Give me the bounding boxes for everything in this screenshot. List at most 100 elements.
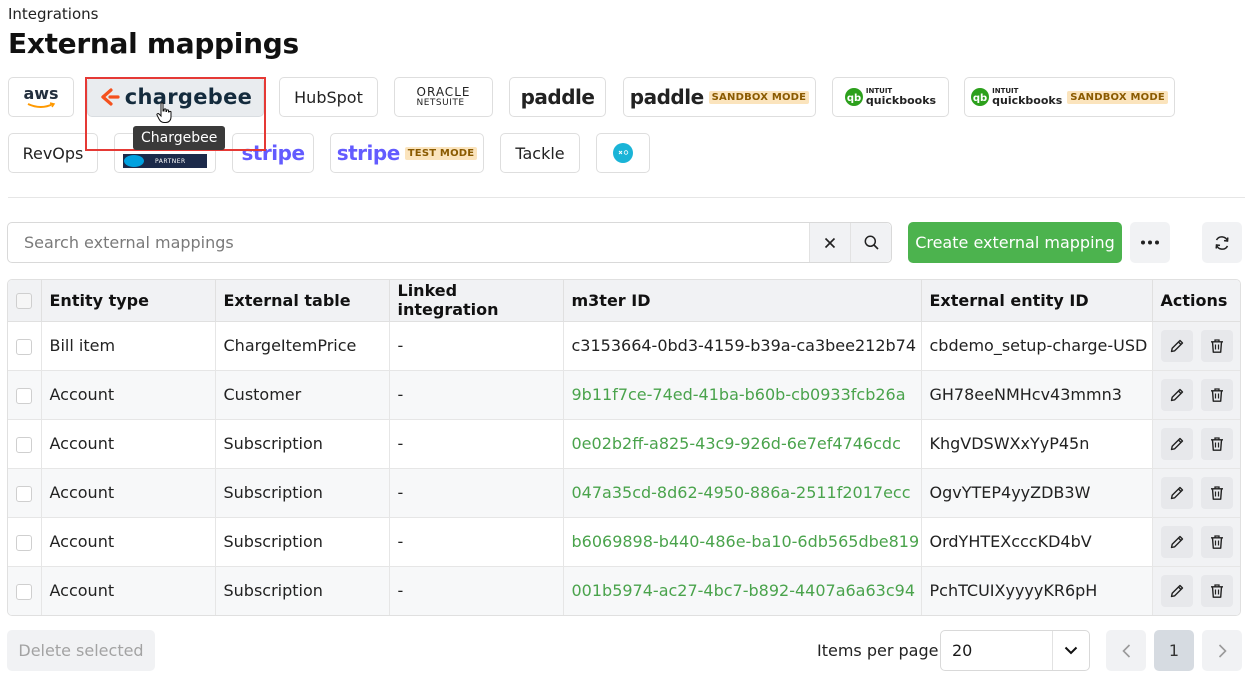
column-header-m3ter-id[interactable]: m3ter ID [563, 280, 922, 322]
chargebee-tooltip: Chargebee [133, 126, 226, 150]
delete-button[interactable] [1200, 525, 1233, 558]
m3ter-id-cell[interactable]: 047a35cd-8d62-4950-886a-2511f2017ecc [563, 468, 922, 518]
actions-cell [1152, 566, 1240, 615]
entity-type-cell: Bill item [41, 321, 216, 371]
delete-button[interactable] [1200, 476, 1233, 509]
integration-quickbooks[interactable]: qb INTUIT quickbooks [832, 77, 949, 117]
integration-stripe-test[interactable]: stripe TEST MODE [330, 133, 484, 173]
m3ter-id-link[interactable]: 047a35cd-8d62-4950-886a-2511f2017ecc [572, 483, 911, 502]
more-options-button[interactable] [1130, 222, 1170, 263]
page-number-button[interactable]: 1 [1154, 630, 1194, 671]
integration-paddle[interactable]: paddle [509, 77, 606, 117]
edit-button[interactable] [1160, 476, 1193, 509]
external-entity-id-cell: OgvYTEP4yyZDB3W [921, 468, 1153, 518]
test-mode-badge: TEST MODE [404, 146, 478, 160]
search-input[interactable] [8, 223, 809, 262]
row-select-cell [8, 321, 42, 371]
column-header-external-table[interactable]: External table [215, 280, 390, 322]
column-header-external-entity-id[interactable]: External entity ID [921, 280, 1153, 322]
integration-quickbooks-sandbox[interactable]: qb INTUIT quickbooks SANDBOX MODE [964, 77, 1175, 117]
edit-button[interactable] [1160, 525, 1193, 558]
delete-button[interactable] [1200, 574, 1233, 607]
row-select-cell [8, 566, 42, 615]
paddle-logo: paddle [520, 85, 595, 109]
m3ter-id-cell[interactable]: b6069898-b440-486e-ba10-6db565dbe819 [563, 517, 922, 567]
hand-cursor-icon [156, 102, 172, 123]
table-row[interactable]: Account Customer -9b11f7ce-74ed-41ba-b60b-… [8, 370, 1240, 420]
m3ter-id-cell[interactable]: 9b11f7ce-74ed-41ba-b60b-cb0933fcb26a [563, 370, 922, 420]
column-header-linked-integration[interactable]: Linked integration [389, 280, 564, 322]
table-row[interactable]: Account Subscription -001b5974-ac27-4bc7-b… [8, 566, 1240, 615]
m3ter-id-cell[interactable]: 0e02b2ff-a825-43c9-926d-6e7ef4746cdc [563, 419, 922, 469]
items-per-page-value: 20 [952, 641, 973, 660]
integration-chargebee[interactable]: chargebee [87, 77, 264, 117]
edit-button[interactable] [1160, 574, 1193, 607]
row-checkbox[interactable] [16, 534, 32, 551]
row-checkbox[interactable] [16, 436, 32, 453]
clear-search-button[interactable] [809, 223, 850, 262]
create-external-mapping-button[interactable]: Create external mapping [908, 222, 1122, 263]
m3ter-id-link[interactable]: b6069898-b440-486e-ba10-6db565dbe819 [572, 532, 920, 551]
external-table-cell: Customer [215, 370, 390, 420]
linked-integration-cell: - [389, 468, 564, 518]
m3ter-id-cell: c3153664-0bd3-4159-b39a-ca3bee212b74 [563, 321, 922, 371]
integration-revops[interactable]: RevOps [8, 133, 98, 173]
salesforce-cloud-icon [124, 155, 144, 167]
stripe-logo: stripe [241, 141, 305, 165]
trash-icon [1210, 584, 1223, 598]
refresh-button[interactable] [1202, 222, 1242, 263]
trash-icon [1210, 485, 1223, 500]
integration-paddle-sandbox[interactable]: paddle SANDBOX MODE [623, 77, 816, 117]
linked-integration-cell: - [389, 517, 564, 567]
sandbox-badge: SANDBOX MODE [708, 90, 810, 104]
row-checkbox[interactable] [16, 387, 32, 404]
ellipsis-icon [1141, 240, 1159, 245]
column-header-entity-type[interactable]: Entity type [41, 280, 216, 322]
next-page-button[interactable] [1202, 630, 1242, 671]
delete-selected-button[interactable]: Delete selected [7, 630, 155, 671]
integration-oracle-netsuite[interactable]: ORACLE NETSUITE [394, 77, 493, 117]
previous-page-button[interactable] [1106, 630, 1146, 671]
m3ter-id-link[interactable]: 0e02b2ff-a825-43c9-926d-6e7ef4746cdc [572, 434, 901, 453]
column-header-actions: Actions [1152, 280, 1240, 322]
paddle-logo: paddle [629, 85, 704, 109]
integration-stripe[interactable]: stripe [232, 133, 314, 173]
edit-button[interactable] [1160, 329, 1193, 362]
integration-hubspot[interactable]: HubSpot [279, 77, 378, 117]
delete-button[interactable] [1200, 329, 1233, 362]
trash-icon [1210, 534, 1223, 549]
select-all-checkbox[interactable] [16, 293, 32, 310]
pencil-icon [1170, 388, 1183, 401]
delete-button[interactable] [1200, 378, 1233, 411]
integration-aws[interactable]: aws [8, 77, 74, 117]
row-checkbox[interactable] [16, 485, 32, 502]
integration-tackle[interactable]: Tackle [500, 133, 580, 173]
oracle-netsuite-logo: ORACLE NETSUITE [416, 84, 471, 108]
m3ter-id-link[interactable]: 001b5974-ac27-4bc7-b892-4407a6a63c94 [572, 581, 916, 600]
svg-text:qb: qb [847, 93, 861, 104]
row-checkbox[interactable] [16, 338, 32, 355]
row-checkbox[interactable] [16, 583, 32, 600]
external-table-cell: Subscription [215, 419, 390, 469]
actions-cell [1152, 321, 1240, 371]
m3ter-id-cell[interactable]: 001b5974-ac27-4bc7-b892-4407a6a63c94 [563, 566, 922, 615]
items-per-page-select[interactable]: 20 [940, 630, 1090, 671]
select-all-cell [8, 280, 42, 322]
breadcrumb[interactable]: Integrations [8, 5, 98, 23]
delete-button[interactable] [1200, 427, 1233, 460]
table-row[interactable]: Account Subscription - b6069898-b440-486e-b… [8, 517, 1240, 567]
edit-button[interactable] [1160, 378, 1193, 411]
dropdown-toggle[interactable] [1052, 631, 1089, 670]
m3ter-id-link[interactable]: 9b11f7ce-74ed-41ba-b60b-cb0933fcb26a [572, 385, 906, 404]
integration-xero[interactable] [596, 133, 650, 173]
chargebee-icon [101, 88, 120, 106]
actions-cell [1152, 419, 1240, 469]
table-row[interactable]: Account Subscription -0e02b2ff-a825-43c9-9… [8, 419, 1240, 469]
table-row[interactable]: Account Subscription -047a35cd-8d62-4950-8… [8, 468, 1240, 518]
actions-cell [1152, 370, 1240, 420]
table-row[interactable]: Bill item ChargeItemPrice - c3153664-0bd3-4… [8, 321, 1240, 371]
edit-button[interactable] [1160, 427, 1193, 460]
entity-type-cell: Account [41, 419, 216, 469]
actions-cell [1152, 517, 1240, 567]
search-button[interactable] [850, 223, 891, 262]
